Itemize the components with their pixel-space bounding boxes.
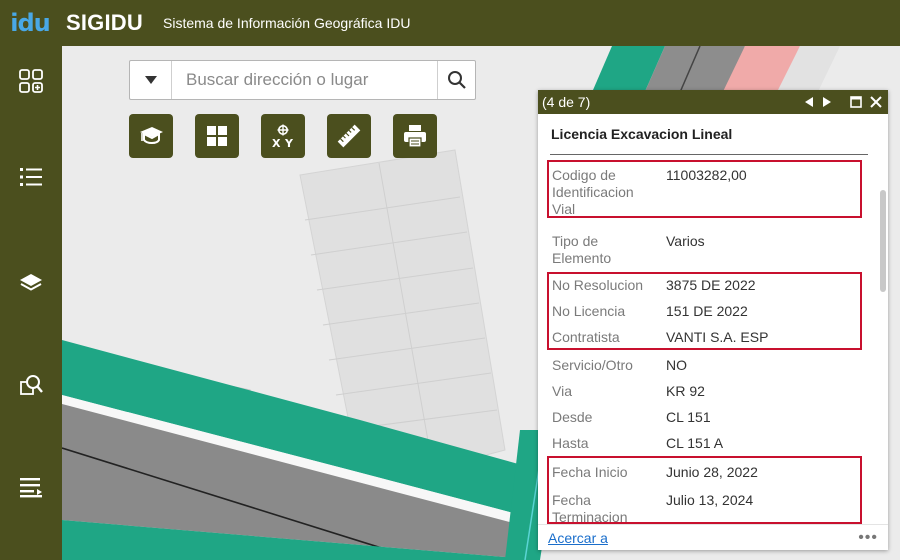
field-value: KR 92 xyxy=(666,383,705,399)
highlight-box xyxy=(547,160,862,218)
popup-feature-count: (4 de 7) xyxy=(542,94,591,110)
search-input[interactable] xyxy=(172,61,437,99)
zoom-to-link[interactable]: Acercar a xyxy=(548,530,608,546)
maximize-icon[interactable] xyxy=(850,96,862,108)
app-header: idu SIGIDU Sistema de Información Geográ… xyxy=(0,0,900,46)
next-feature-icon[interactable] xyxy=(822,97,832,107)
highlight-box xyxy=(547,272,862,350)
graduation-cap-button[interactable] xyxy=(129,114,173,158)
xy-coordinates-icon: X Y xyxy=(272,124,294,149)
field-label: Via xyxy=(552,383,572,399)
query-icon xyxy=(20,375,43,395)
coordinates-button[interactable]: X Y xyxy=(261,114,305,158)
field-row: Desde CL 151 xyxy=(552,409,862,426)
svg-text:X: X xyxy=(272,137,281,149)
field-label: Servicio/Otro xyxy=(552,357,633,373)
field-label: Tipo de Elemento xyxy=(552,233,612,266)
field-value: CL 151 xyxy=(666,409,711,425)
field-label: Hasta xyxy=(552,435,589,451)
measure-button[interactable] xyxy=(327,114,371,158)
grid-icon xyxy=(207,126,227,146)
previous-feature-icon[interactable] xyxy=(804,97,814,107)
layers-button[interactable] xyxy=(0,258,62,308)
field-value: CL 151 A xyxy=(666,435,724,451)
graduation-cap-icon xyxy=(140,127,163,144)
popup-header: (4 de 7) xyxy=(538,90,888,114)
highlight-box xyxy=(547,456,862,524)
sidebar xyxy=(0,46,62,560)
search-box xyxy=(129,60,476,100)
attribute-table-button[interactable] xyxy=(0,462,62,512)
search-icon xyxy=(447,71,466,89)
print-button[interactable] xyxy=(393,114,437,158)
widgets-button[interactable] xyxy=(0,56,62,106)
search-button[interactable] xyxy=(437,61,475,99)
popup-title: Licencia Excavacion Lineal xyxy=(551,126,733,142)
divider xyxy=(550,154,868,155)
list-button[interactable] xyxy=(0,152,62,202)
list-icon xyxy=(20,168,42,186)
field-value: NO xyxy=(666,357,687,373)
toolbar: X Y xyxy=(129,114,437,158)
popup-scrollbar[interactable] xyxy=(880,190,886,292)
app-title: SIGIDU xyxy=(66,10,143,35)
field-row: Servicio/Otro NO xyxy=(552,357,862,374)
caret-down-icon xyxy=(144,76,157,84)
ruler-icon xyxy=(337,124,361,148)
field-row: Hasta CL 151 A xyxy=(552,435,862,452)
popup-content: Licencia Excavacion Lineal Codigo de Ide… xyxy=(538,114,888,524)
attribute-table-icon xyxy=(20,478,42,498)
layers-icon xyxy=(20,274,42,291)
print-icon xyxy=(404,125,426,148)
field-row: Tipo de Elemento Varios xyxy=(552,233,862,267)
field-label: Desde xyxy=(552,409,593,425)
field-value: Varios xyxy=(666,233,705,249)
svg-text:Y: Y xyxy=(284,137,294,149)
query-button[interactable] xyxy=(0,360,62,410)
app-subtitle: Sistema de Información Geográfica IDU xyxy=(163,15,411,31)
search-source-dropdown[interactable] xyxy=(130,61,172,99)
widgets-icon xyxy=(19,69,43,93)
close-icon[interactable] xyxy=(870,96,882,108)
field-row: Via KR 92 xyxy=(552,383,862,400)
more-actions-button[interactable]: ••• xyxy=(858,529,878,547)
basemap-gallery-button[interactable] xyxy=(195,114,239,158)
idu-logo[interactable]: idu xyxy=(0,0,60,46)
popup-footer: Acercar a ••• xyxy=(538,524,888,550)
feature-popup: (4 de 7) Licencia Excavacion Lineal Codi… xyxy=(538,90,888,550)
